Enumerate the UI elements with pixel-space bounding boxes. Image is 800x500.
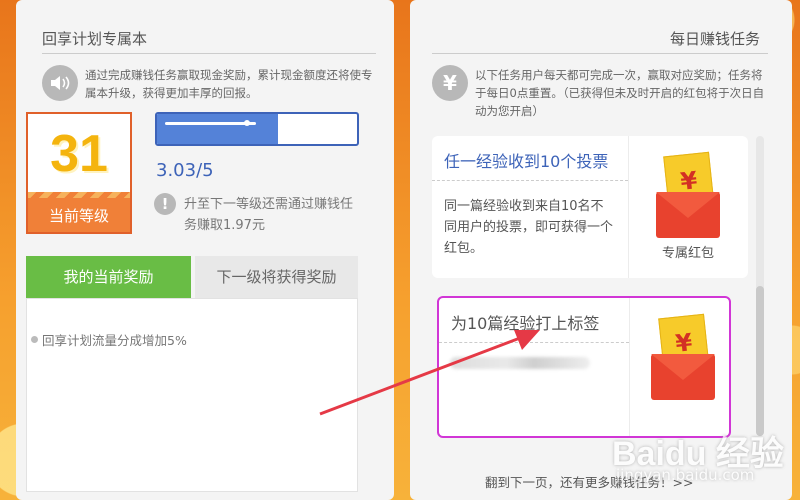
annotation-arrow [319,330,540,416]
watermark-url: jingyan.baidu.com [616,466,755,484]
baidu-watermark: Baidu 经验 jingyan.baidu.com [612,426,792,496]
